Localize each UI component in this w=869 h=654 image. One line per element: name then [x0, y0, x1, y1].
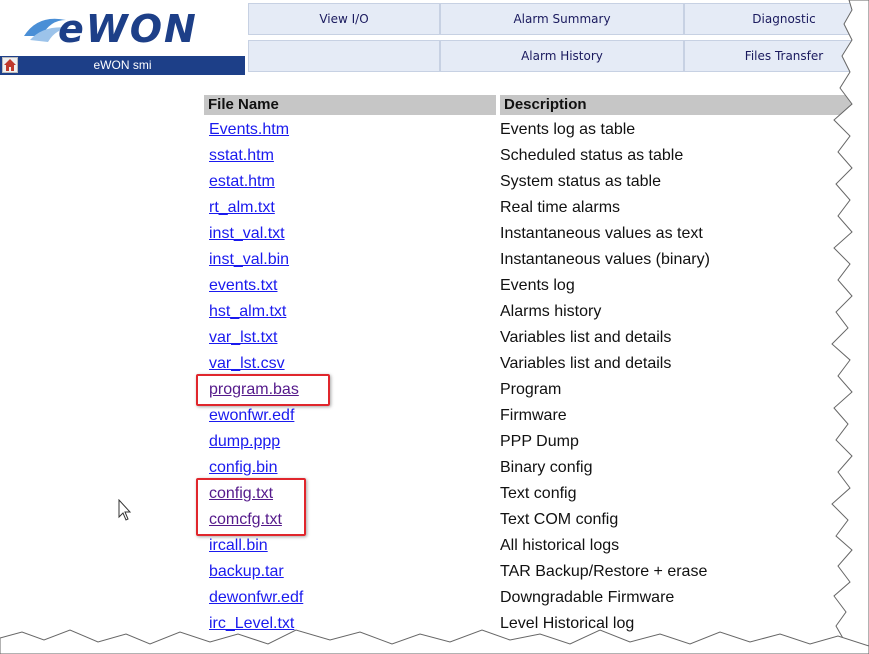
file-link[interactable]: inst_val.txt [209, 221, 285, 247]
table-row: Events.htm Events log as table [204, 117, 869, 143]
file-description: Instantaneous values (binary) [500, 251, 710, 268]
file-link[interactable]: hst_alm.txt [209, 299, 286, 325]
table-row: dump.ppp PPP Dump [204, 429, 869, 455]
file-description: All historical logs [500, 537, 620, 554]
device-name: eWON smi [93, 58, 152, 72]
file-link[interactable]: program.bas [209, 377, 299, 403]
table-row: inst_val.txt Instantaneous values as tex… [204, 221, 869, 247]
table-row: irc_Level.txt Level Historical log [204, 611, 869, 637]
nav-empty-cell [248, 40, 440, 72]
table-row: var_lst.csv Variables list and details [204, 351, 869, 377]
nav-alarm-summary[interactable]: Alarm Summary [440, 3, 684, 35]
device-bar: eWON smi [0, 56, 245, 75]
file-link[interactable]: backup.tar [209, 559, 284, 585]
file-description: Events log as table [500, 121, 636, 138]
file-link[interactable]: rt_alm.txt [209, 195, 275, 221]
file-description: Program [500, 381, 562, 398]
file-description: PPP Dump [500, 433, 579, 450]
table-row: dewonfwr.edf Downgradable Firmware [204, 585, 869, 611]
file-link[interactable]: estat.htm [209, 169, 275, 195]
file-description: Binary config [500, 459, 593, 476]
file-description: Scheduled status as table [500, 147, 684, 164]
nav-view-io[interactable]: View I/O [248, 3, 440, 35]
file-link[interactable]: var_lst.txt [209, 325, 277, 351]
mouse-cursor-icon [118, 499, 132, 521]
file-description: TAR Backup/Restore + erase [500, 563, 708, 580]
ewon-logo[interactable]: eWON [58, 7, 198, 51]
file-link[interactable]: events.txt [209, 273, 277, 299]
table-row: ircall.bin All historical logs [204, 533, 869, 559]
table-row: events.txt Events log [204, 273, 869, 299]
table-row: inst_val.bin Instantaneous values (binar… [204, 247, 869, 273]
file-link[interactable]: sstat.htm [209, 143, 274, 169]
ewon-files-transfer-page: eWON eWON smi View I/O Alarm Summary Dia… [0, 0, 869, 654]
table-row: backup.tar TAR Backup/Restore + erase [204, 559, 869, 585]
file-description: Variables list and details [500, 329, 672, 346]
table-row: rt_alm.txt Real time alarms [204, 195, 869, 221]
file-link[interactable]: ewonfwr.edf [209, 403, 294, 429]
file-link[interactable]: config.txt [209, 481, 273, 507]
file-description: Instantaneous values as text [500, 225, 703, 242]
file-description: Firmware [500, 407, 567, 424]
file-link[interactable]: ircall.bin [209, 533, 268, 559]
column-header-file-name: File Name [204, 95, 496, 115]
file-link[interactable]: dump.ppp [209, 429, 280, 455]
file-description: Variables list and details [500, 355, 672, 372]
file-description: Real time alarms [500, 199, 621, 216]
file-link[interactable]: config.bin [209, 455, 278, 481]
table-row: program.bas Program [204, 377, 869, 403]
file-description: Alarms history [500, 303, 602, 320]
file-description: Downgradable Firmware [500, 589, 675, 606]
file-link[interactable]: Events.htm [209, 117, 289, 143]
file-link[interactable]: comcfg.txt [209, 507, 282, 533]
table-row: var_lst.txt Variables list and details [204, 325, 869, 351]
table-row: config.bin Binary config [204, 455, 869, 481]
nav-alarm-history[interactable]: Alarm History [440, 40, 684, 72]
column-header-description: Description [500, 95, 869, 115]
nav-files-transfer[interactable]: Files Transfer [684, 40, 869, 72]
file-description: Events log [500, 277, 575, 294]
table-row: estat.htm System status as table [204, 169, 869, 195]
file-description: Text config [500, 485, 577, 502]
table-row: hst_alm.txt Alarms history [204, 299, 869, 325]
file-link[interactable]: dewonfwr.edf [209, 585, 303, 611]
file-description: Level Historical log [500, 615, 635, 632]
table-row: config.txt Text config [204, 481, 869, 507]
nav-diagnostic[interactable]: Diagnostic [684, 3, 869, 35]
file-description: System status as table [500, 173, 661, 190]
file-description: Text COM config [500, 511, 619, 528]
table-row: ewonfwr.edf Firmware [204, 403, 869, 429]
file-link[interactable]: irc_Level.txt [209, 611, 294, 637]
table-row: sstat.htm Scheduled status as table [204, 143, 869, 169]
table-row: comcfg.txt Text COM config [204, 507, 869, 533]
file-link[interactable]: inst_val.bin [209, 247, 289, 273]
file-link[interactable]: var_lst.csv [209, 351, 285, 377]
